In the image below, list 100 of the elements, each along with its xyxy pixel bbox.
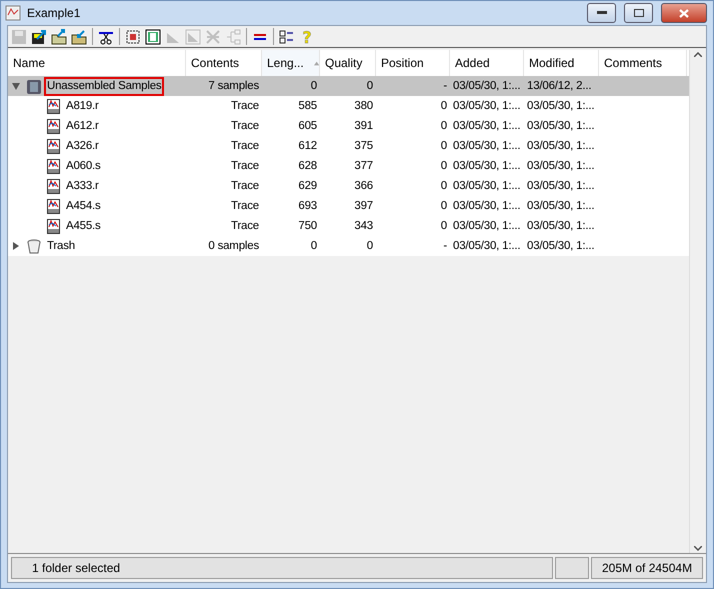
grid-icon[interactable] bbox=[145, 28, 161, 44]
table-cell-text: 03/05/30, 1:... bbox=[452, 139, 522, 154]
table-cell-text: 03/05/30, 1:... bbox=[526, 139, 596, 154]
table-cell-text: 0 bbox=[440, 179, 448, 194]
tree-row[interactable]: Trash 0 samples 0 0 - 03/05/30, 1:... 03/05/30, 1:... bbox=[8, 236, 689, 256]
status-message: 1 folder selected bbox=[11, 557, 553, 579]
table-cell-text: Trace bbox=[230, 199, 260, 214]
maximize-icon bbox=[634, 9, 644, 17]
table-cell-text: 03/05/30, 1:... bbox=[526, 199, 596, 214]
item-name: Unassembled Samples bbox=[44, 76, 164, 96]
table-cell-text: 585 bbox=[297, 99, 318, 114]
table-cell-text: 03/05/30, 1:... bbox=[452, 219, 522, 234]
table-cell-text: 0 bbox=[366, 239, 374, 254]
table-cell-text: 03/05/30, 1:... bbox=[452, 159, 522, 174]
table-cell-text: 03/05/30, 1:... bbox=[526, 239, 596, 254]
table-cell-text: - bbox=[442, 239, 448, 254]
scroll-up-icon[interactable] bbox=[694, 52, 702, 57]
column-header[interactable]: Leng... bbox=[262, 50, 320, 76]
table-cell-text: 03/05/30, 1:... bbox=[452, 119, 522, 134]
item-name: A060.s bbox=[65, 158, 102, 174]
table-cell-text: 629 bbox=[297, 179, 318, 194]
table-cell-text: 0 bbox=[310, 79, 318, 94]
table-cell-text: 397 bbox=[353, 199, 374, 214]
folder-icon bbox=[27, 78, 41, 94]
table-cell-text: 03/05/30, 1:... bbox=[452, 199, 522, 214]
trace-file-icon bbox=[47, 158, 60, 174]
trace-file-icon bbox=[47, 138, 60, 154]
table-cell-text: 693 bbox=[297, 199, 318, 214]
item-name: A326.r bbox=[65, 138, 100, 154]
table-cell-text: Trace bbox=[230, 179, 260, 194]
trace-file-icon bbox=[47, 198, 60, 214]
table-cell-text: 03/05/30, 1:... bbox=[452, 79, 522, 94]
table-cell-text: 03/05/30, 1:... bbox=[526, 159, 596, 174]
table-cell-text: 03/05/30, 1:... bbox=[526, 219, 596, 234]
trash-icon bbox=[27, 238, 41, 254]
table-cell-text: 03/05/30, 1:... bbox=[526, 119, 596, 134]
grid-icon[interactable] bbox=[125, 28, 141, 44]
table-cell-text: 03/05/30, 1:... bbox=[452, 99, 522, 114]
table-cell-text: 750 bbox=[297, 219, 318, 234]
tree-row[interactable]: A612.r Trace 605 391 0 03/05/30, 1:... 03/05/30, 1:... bbox=[8, 116, 689, 136]
table-cell-text: 0 samples bbox=[207, 239, 260, 254]
memory-status: 205M of 24504M bbox=[591, 557, 703, 579]
tree-row[interactable]: A060.s Trace 628 377 0 03/05/30, 1:... 03/05/30, 1:... bbox=[8, 156, 689, 176]
table-cell-text: Trace bbox=[230, 139, 260, 154]
trace-file-icon bbox=[47, 218, 60, 234]
minimize-button[interactable] bbox=[587, 3, 616, 23]
table-cell-text: Trace bbox=[230, 119, 260, 134]
table-cell-text: 13/06/12, 2... bbox=[526, 79, 592, 94]
app-icon bbox=[5, 5, 21, 21]
minimize-icon bbox=[596, 11, 606, 15]
table-cell-text: 343 bbox=[353, 219, 374, 234]
table-cell-text: 380 bbox=[353, 99, 374, 114]
disk-arrow-icon[interactable] bbox=[31, 28, 47, 44]
item-name: A333.r bbox=[65, 178, 100, 194]
table-cell-text: 0 bbox=[310, 239, 318, 254]
tree-row[interactable]: A326.r Trace 612 375 0 03/05/30, 1:... 03/05/30, 1:... bbox=[8, 136, 689, 156]
table-cell-text: 03/05/30, 1:... bbox=[452, 179, 522, 194]
table-cell-text: 0 bbox=[366, 79, 374, 94]
item-name: A819.r bbox=[65, 98, 100, 114]
status-pane bbox=[555, 557, 589, 579]
collapsed-arrow-icon[interactable] bbox=[11, 241, 21, 251]
table-cell-text: 366 bbox=[353, 179, 374, 194]
table-cell-text: 605 bbox=[297, 119, 318, 134]
scroll-down-icon[interactable] bbox=[694, 546, 702, 551]
item-name: A612.r bbox=[65, 118, 100, 134]
maximize-button[interactable] bbox=[624, 3, 653, 23]
table-cell-text: Trace bbox=[230, 99, 260, 114]
folder-arrow-icon[interactable] bbox=[71, 28, 87, 44]
item-name: Trash bbox=[46, 238, 76, 254]
trace-file-icon bbox=[47, 178, 60, 194]
folder-arrow-icon[interactable] bbox=[51, 28, 67, 44]
item-name: A454.s bbox=[65, 198, 102, 214]
close-icon bbox=[679, 8, 689, 18]
table-cell-text: 377 bbox=[353, 159, 374, 174]
sort-up-icon bbox=[314, 60, 319, 66]
table-cell-text: 0 bbox=[440, 219, 448, 234]
window-title: Example1 bbox=[27, 6, 82, 20]
item-name: A455.s bbox=[65, 218, 102, 234]
table-cell-text: Trace bbox=[230, 159, 260, 174]
tree-row[interactable]: A454.s Trace 693 397 0 03/05/30, 1:... 03/05/30, 1:... bbox=[8, 196, 689, 216]
expanded-arrow-icon[interactable] bbox=[11, 81, 21, 91]
table-cell-text: 0 bbox=[440, 159, 448, 174]
table-cell-text: 0 bbox=[440, 199, 448, 214]
table-cell-text: 375 bbox=[353, 139, 374, 154]
table-cell-text: 7 samples bbox=[207, 79, 260, 94]
table-cell-text: 03/05/30, 1:... bbox=[526, 99, 596, 114]
trace-file-icon bbox=[47, 118, 60, 134]
close-button[interactable] bbox=[661, 3, 707, 23]
table-cell-text: 0 bbox=[440, 139, 448, 154]
table-cell-text: 612 bbox=[297, 139, 318, 154]
table-cell-text: 03/05/30, 1:... bbox=[452, 239, 522, 254]
tree-row[interactable]: A455.s Trace 750 343 0 03/05/30, 1:... 03/05/30, 1:... bbox=[8, 216, 689, 236]
tree-row[interactable]: A333.r Trace 629 366 0 03/05/30, 1:... 03/05/30, 1:... bbox=[8, 176, 689, 196]
tree-row[interactable]: Unassembled Samples 7 samples 0 0 - 03/05/30, 1:... 13/06/12, 2... bbox=[8, 76, 689, 96]
table-cell-text: 0 bbox=[440, 119, 448, 134]
trace-file-icon bbox=[47, 98, 60, 114]
table-cell-text: Trace bbox=[230, 219, 260, 234]
checklist-icon[interactable] bbox=[279, 28, 295, 44]
table-cell-text: 0 bbox=[440, 99, 448, 114]
tree-row[interactable]: A819.r Trace 585 380 0 03/05/30, 1:... 03/05/30, 1:... bbox=[8, 96, 689, 116]
